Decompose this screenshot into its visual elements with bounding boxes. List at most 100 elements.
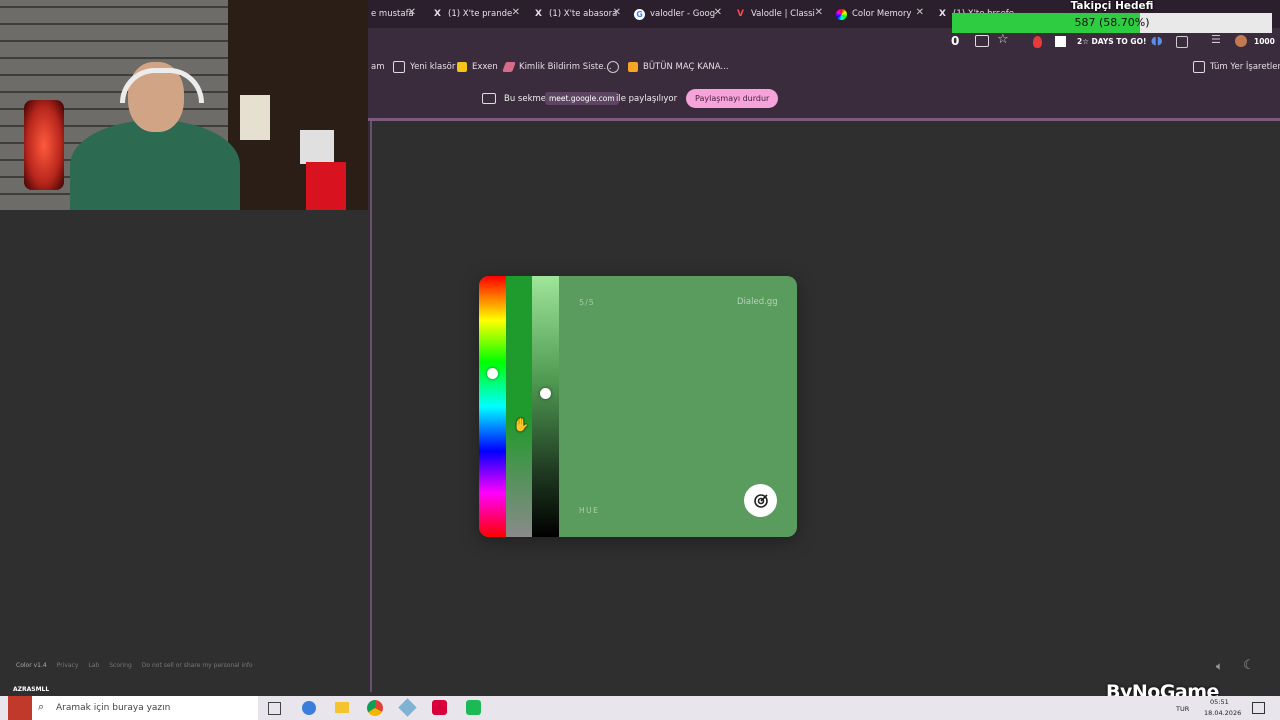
share-screen-icon [482,93,496,104]
bookmark-label: BÜTÜN MAÇ KANA... [643,62,729,72]
app-icon[interactable] [398,698,417,717]
tab-title: valodler - Goog [650,9,716,19]
bookmark-item[interactable]: Exxen [457,60,498,74]
puzzle-icon[interactable] [1176,36,1188,48]
lightness-slider[interactable] [532,276,559,537]
hue-slider-thumb[interactable] [487,367,498,379]
target-icon [753,493,768,508]
search-icon: ⌕ [38,700,45,713]
footer-link[interactable]: Scoring [109,662,132,669]
person-body [70,120,240,210]
share-prefix: Bu sekme [504,94,547,104]
follower-goal-bar: 587 (58.70%) [952,13,1272,33]
close-icon[interactable]: ✕ [408,7,416,18]
version-label: Color v1.4 [16,662,47,669]
bookmark-label: Exxen [472,62,498,72]
heater [24,100,64,190]
follower-goal-value: 587 (58.70%) [1074,16,1150,29]
task-view-icon[interactable] [268,702,281,715]
x-logo-icon: X [535,9,542,19]
footer: Color v1.4 Privacy Lab Scoring Do not se… [16,662,253,669]
x-logo-icon: X [939,9,946,19]
taskbar-search[interactable]: ⌕ Aramak için buraya yazın [32,696,258,720]
bookmark-label: Yeni klasör [410,62,456,72]
bookmark-item[interactable]: Kimlik Bildirim Siste... [502,60,612,74]
streamer-tag: AZRASMLL [13,686,50,693]
exxen-icon [457,62,467,72]
poster [240,95,270,140]
bookmark-item[interactable]: Yeni klasör [393,60,455,74]
round-progress: 5/5 [579,298,595,307]
browser-tab-1[interactable]: e mustafa ✕ [371,4,416,24]
start-button[interactable] [8,696,32,720]
clock-time[interactable]: 05:51 [1210,698,1229,706]
overlay-counter: 0 [951,34,960,48]
footer-link[interactable]: Privacy [57,662,79,669]
language-indicator[interactable]: TUR [1176,705,1189,713]
hue-slider[interactable] [479,276,506,537]
tab-title: (1) X'te prande [448,9,513,19]
follower-goal-title: Takipçi Hedefi [1070,0,1154,12]
viewer-counter: 1000 [1254,37,1275,46]
volume-icon[interactable]: 🔈︎ [1216,659,1223,674]
submit-button[interactable] [744,484,777,517]
app-icon[interactable] [432,700,447,715]
close-icon[interactable]: ✕ [613,7,621,18]
frame [300,130,334,164]
jp-icon [628,62,638,72]
reading-list-icon[interactable]: ☰ [1211,33,1221,46]
browser-tab-4[interactable]: G valodler - Goog ✕ [634,4,722,24]
color-game-card: 5/5 Dialed.gg HUE [479,276,797,537]
file-explorer-icon[interactable] [335,702,349,713]
globe-icon [607,61,619,73]
close-icon[interactable]: ✕ [714,7,722,18]
bookmark-item[interactable]: am [371,60,385,74]
bookmark-label: Tüm Yer İşaretleri [1210,62,1280,72]
google-icon: G [634,8,645,20]
color-wheel-icon [836,8,847,20]
all-bookmarks[interactable]: Tüm Yer İşaretleri [1193,60,1280,74]
browser-tab-6[interactable]: Color Memory ✕ [836,4,924,24]
site-brand: Dialed.gg [737,297,778,307]
cast-icon[interactable] [975,35,989,47]
clock-date[interactable]: 18.04.2026 [1204,709,1241,717]
saturation-slider[interactable] [506,276,532,537]
extension-icon[interactable] [1055,36,1066,47]
lightness-slider-thumb[interactable] [540,388,551,400]
footer-link[interactable]: Lab [88,662,99,669]
close-icon[interactable]: ✕ [815,7,823,18]
turkey-flag [306,162,346,210]
bookmark-label: Kimlik Bildirim Siste... [519,62,612,72]
valodle-icon: V [737,9,744,19]
extension-icon[interactable]: ◖◗ [1151,34,1163,47]
webcam-overlay [0,0,368,210]
extension-icon[interactable] [1033,36,1042,48]
browser-tab-5[interactable]: V Valodle | Classi ✕ [735,4,823,24]
tab-title: (1) X'te abasora [549,9,618,19]
notification-icon[interactable] [1252,702,1265,714]
app-icon[interactable] [466,700,481,715]
footer-link[interactable]: Do not sell or share my personal info [142,662,253,669]
browser-tab-3[interactable]: X (1) X'te abasora ✕ [533,4,621,24]
close-icon[interactable]: ✕ [916,7,924,18]
search-placeholder: Aramak için buraya yazın [56,703,171,713]
countdown-overlay: 2☆ DAYS TO GO! [1077,37,1147,46]
folder-icon [1193,61,1205,73]
avatar[interactable] [1235,35,1247,47]
chrome-icon[interactable] [367,700,383,716]
mode-label: HUE [579,506,600,515]
bookmark-item[interactable]: BÜTÜN MAÇ KANA... [628,60,729,74]
x-logo-icon: X [434,9,441,19]
share-domain: meet.google.com [545,92,619,105]
share-suffix: ile paylaşılıyor [616,94,678,104]
close-icon[interactable]: ✕ [512,7,520,18]
stop-sharing-button[interactable]: Paylaşmayı durdur [686,89,779,108]
browser-tab-2[interactable]: X (1) X'te prande ✕ [432,4,520,24]
moon-icon[interactable]: ☾ [1243,658,1255,673]
hand-cursor-icon: ✋ [513,418,530,433]
star-icon[interactable]: ☆ [997,32,1009,47]
edge-icon[interactable] [302,701,316,715]
bookmark-item[interactable] [607,60,624,74]
windows-taskbar: ⌕ Aramak için buraya yazın TUR 05:51 18.… [0,696,1280,720]
tab-title: Color Memory [852,9,912,19]
